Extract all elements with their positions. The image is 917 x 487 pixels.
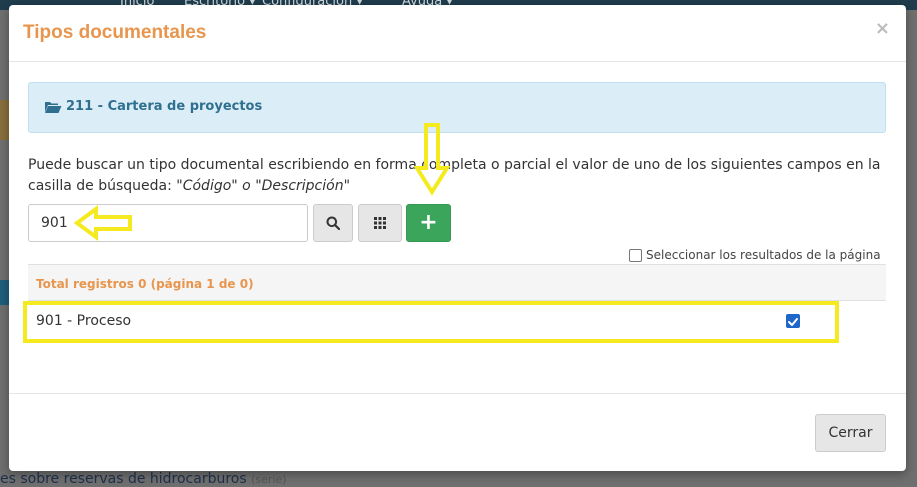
series-label: 211 - Cartera de proyectos <box>66 99 263 114</box>
help-text-body: Puede buscar un tipo documental escribie… <box>28 157 881 194</box>
select-page-results[interactable]: Seleccionar los resultados de la página <box>629 247 881 263</box>
grid-view-button[interactable] <box>358 204 402 242</box>
annotation-arrow-left-icon <box>74 205 132 241</box>
search-button[interactable] <box>313 204 353 242</box>
modal-header: Tipos documentales × <box>9 5 906 62</box>
annotation-highlight-box <box>23 301 839 343</box>
folder-open-icon <box>45 102 62 113</box>
total-records-text: Total registros 0 (página 1 de 0) <box>36 277 254 291</box>
add-button[interactable]: + <box>406 204 451 242</box>
grid-icon <box>374 217 386 229</box>
search-input[interactable] <box>28 204 308 242</box>
background-list-item-text: es sobre reservas de hidrocarburos <box>0 471 247 487</box>
cerrar-button[interactable]: Cerrar <box>815 414 886 452</box>
annotation-arrow-down-icon <box>414 123 450 196</box>
series-info-box: 211 - Cartera de proyectos <box>28 82 886 133</box>
results-header: Total registros 0 (página 1 de 0) <box>28 264 886 301</box>
plus-icon: + <box>419 210 438 235</box>
select-page-checkbox[interactable] <box>629 248 642 262</box>
modal-title: Tipos documentales <box>23 22 207 43</box>
modal-footer: Cerrar <box>9 393 906 471</box>
background-list-item: es sobre reservas de hidrocarburos (seri… <box>0 471 287 487</box>
help-text-fields: "Código" o "Descripción" <box>176 178 351 194</box>
select-page-label: Seleccionar los resultados de la página <box>646 248 881 262</box>
search-help-text: Puede buscar un tipo documental escribie… <box>28 155 898 197</box>
background-list-item-badge: (serie) <box>251 473 287 486</box>
search-icon <box>326 216 340 230</box>
tipos-documentales-modal: Tipos documentales × 211 - Cartera de pr… <box>9 5 906 471</box>
close-icon[interactable]: × <box>875 18 890 39</box>
